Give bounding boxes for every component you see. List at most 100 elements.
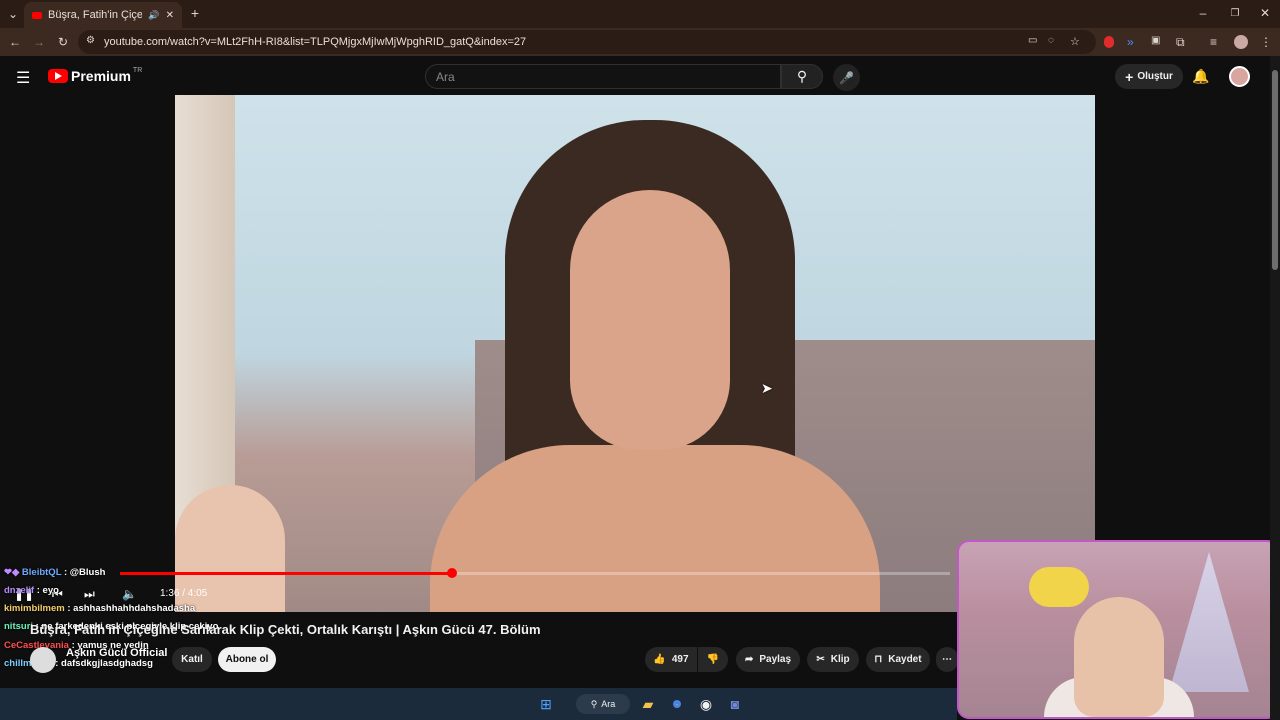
scrollbar-thumb[interactable] [1272,70,1278,270]
microphone-icon: 🎤 [839,70,854,85]
plus-icon: + [1125,68,1134,85]
chat-text: : dafsdkgjlasdghadsg [55,658,153,669]
dislike-button[interactable]: 👎 [698,647,728,672]
clip-label: Klip [830,654,850,665]
webcam-scene-person [1074,597,1164,717]
extension-dark-icon[interactable]: ▣ [1151,35,1160,46]
like-button[interactable]: 👍 497 [645,647,697,672]
chat-line: kimimbilmem : ashhashhahhdahshadasha [4,603,195,614]
thumbs-up-icon: 👍 [653,654,666,665]
webcam-scene-tree [1169,552,1249,692]
video-title: Büşra, Fatih'in Çiçeğine Sarılarak Klip … [30,622,541,637]
create-label: Oluştur [1137,71,1173,82]
subscribe-button[interactable]: Abone ol [218,647,276,672]
forward-icon[interactable]: → [32,35,46,49]
discord-icon[interactable]: ◙ [723,692,747,716]
minimize-icon[interactable]: – [1196,6,1210,20]
windows-taskbar [0,688,957,720]
chat-line: ❤◆ BleibtQL : @Blush [4,567,105,578]
taskbar-search-label: Ara [601,699,616,709]
search-button[interactable]: ⚲ [781,64,823,89]
taskbar-search-icon: ⚲ [590,698,598,709]
volume-icon[interactable]: 🔈 [122,587,137,601]
chat-user: kimimbilmem [4,603,65,614]
chat-text: : ashhashhahhdahshadasha [67,603,196,614]
site-info-icon[interactable]: ⚙ [86,35,95,46]
address-url: youtube.com/watch?v=MLt2FhH-RI8&list=TLP… [104,36,527,48]
chat-line: chillmaxes : dafsdkgjlasdghadsg [4,658,153,669]
hamburger-menu-icon[interactable]: ☰ [16,68,30,88]
chat-user: dnzelif [4,585,35,596]
audio-playing-icon[interactable]: 🔊 [148,10,159,21]
channel-name[interactable]: Aşkın Gücü Official [66,647,167,659]
github-icon[interactable]: ◉ [694,692,718,716]
join-label: Katıl [181,654,203,665]
tab-close-icon[interactable]: ✕ [166,10,174,21]
file-explorer-icon[interactable]: ▰ [636,692,660,716]
restore-icon[interactable]: ❐ [1228,6,1242,20]
create-button[interactable]: + Oluştur [1115,64,1183,89]
youtube-favicon-icon [32,11,42,19]
more-horizontal-icon: ⋯ [942,654,952,665]
mouse-cursor-icon: ➤ [761,380,773,396]
join-button[interactable]: Katıl [172,647,212,672]
chat-badge-icon: ❤◆ [4,567,20,578]
video-player[interactable]: ➤ [175,95,1095,612]
save-label: Kaydet [888,654,922,665]
extensions-puzzle-icon[interactable]: ⧉ [1176,35,1185,50]
account-avatar[interactable] [1229,66,1250,87]
new-tab-icon[interactable]: + [188,5,202,21]
browser-toolbar: ← → ↻ ⚙ youtube.com/watch?v=MLt2FhH-RI8&… [0,28,1280,56]
video-scene-body [430,445,880,612]
extension-red-icon[interactable] [1104,36,1114,48]
chat-text: : eyo [36,585,59,596]
chrome-icon[interactable] [665,692,689,716]
tracking-icon[interactable]: ◌ [1048,35,1054,46]
browser-tab[interactable]: Büşra, Fatih'in Çiçeğine Sarı 🔊 ✕ [24,2,182,28]
windows-start-icon[interactable]: ⊞ [534,692,558,716]
reload-icon[interactable]: ↻ [56,35,70,49]
youtube-header: ☰ Premium TR Ara ⚲ 🎤 + Oluştur 🔔 [0,56,1270,96]
share-icon: ➦ [744,654,754,665]
voice-search-button[interactable]: 🎤 [833,64,860,91]
search-icon: ⚲ [796,68,808,84]
search-input[interactable]: Ara [425,64,781,89]
youtube-logo[interactable]: Premium TR [48,66,143,84]
share-button[interactable]: ➦ Paylaş [736,647,800,672]
page-scrollbar[interactable] [1270,56,1280,720]
search-placeholder: Ara [436,69,455,84]
chat-user: BleibtQL [21,567,62,578]
progress-scrubber[interactable] [447,568,457,578]
profile-avatar-icon[interactable] [1234,35,1248,49]
youtube-play-logo-icon [48,69,68,83]
bookmark-star-icon[interactable]: ☆ [1070,35,1080,48]
cast-icon[interactable]: ▭ [1028,35,1037,46]
next-icon[interactable]: ⏭ [84,587,95,602]
webcam-scene-plush [1029,567,1089,607]
thumbs-down-icon: 👎 [706,654,720,665]
taskbar-search[interactable]: ⚲ Ara [576,694,630,714]
window-close-icon[interactable]: ✕ [1258,6,1272,20]
tab-title: Büşra, Fatih'in Çiçeğine Sarı [48,9,143,21]
browser-tab-strip: ⌄ Büşra, Fatih'in Çiçeğine Sarı 🔊 ✕ + – … [0,0,1280,28]
bookmark-icon: ⊓ [874,654,883,665]
share-label: Paylaş [759,654,792,665]
logo-country: TR [132,66,143,74]
back-icon[interactable]: ← [8,35,22,49]
chat-text: : @Blush [63,567,106,578]
extension-blue-icon[interactable]: » [1127,35,1134,49]
progress-bar-played [120,572,452,575]
more-actions-button[interactable]: ⋯ [936,647,958,672]
channel-avatar[interactable] [30,647,56,673]
notifications-bell-icon[interactable]: 🔔 [1192,68,1209,85]
like-count: 497 [671,654,689,665]
logo-text: Premium [71,68,131,84]
media-control-icon[interactable]: ≡ [1210,35,1217,49]
tab-list-icon[interactable]: ⌄ [6,7,20,21]
address-field[interactable]: ⚙ youtube.com/watch?v=MLt2FhH-RI8&list=T… [78,30,1096,54]
video-scene-face [570,190,730,450]
save-button[interactable]: ⊓ Kaydet [866,647,930,672]
time-display: 1:36 / 4:05 [160,588,208,599]
clip-button[interactable]: ✂ Klip [807,647,859,672]
browser-menu-icon[interactable]: ⋮ [1260,35,1272,49]
